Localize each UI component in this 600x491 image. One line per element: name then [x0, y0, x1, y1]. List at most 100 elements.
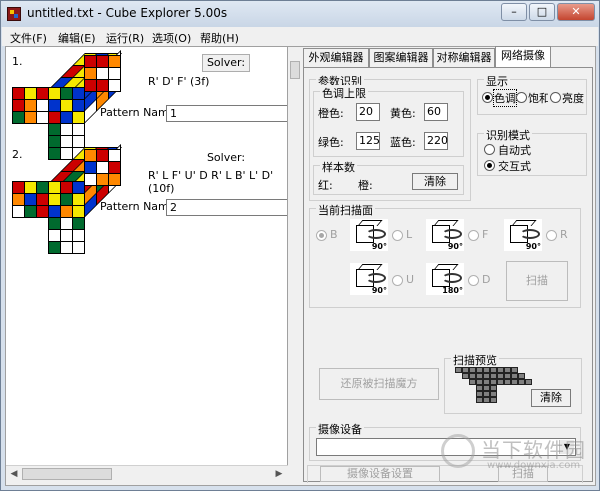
sticker — [73, 100, 84, 111]
display-hue-label: 色调 — [493, 89, 517, 107]
sticker — [37, 182, 48, 193]
solutions-vertical-scrollbar[interactable] — [289, 47, 301, 465]
cube-face-left[interactable] — [12, 181, 49, 218]
sticker — [49, 206, 60, 217]
display-hue-radio[interactable] — [482, 92, 493, 103]
camera-device-title: 摄像设备 — [316, 421, 364, 437]
face-r-radio[interactable] — [546, 230, 557, 241]
tab-webcam[interactable]: 网络摄像 — [495, 46, 551, 67]
solutions-list[interactable]: 1. Solver: R' D' F' (3f) Pattern Name: 1… — [6, 47, 288, 465]
restore-scanned-cube-button[interactable]: 还原被扫描魔方 — [319, 368, 439, 400]
clear-samples-button[interactable]: 清除 — [412, 173, 458, 190]
orange-label: 橙色: — [318, 107, 344, 120]
rotate-to-l-icon: 90° — [350, 219, 388, 251]
tab-pattern-editor[interactable]: 图案编辑器 — [369, 48, 433, 67]
sticker — [61, 136, 72, 147]
solution-moves-1: R' D' F' (3f) — [148, 75, 210, 88]
minimize-icon[interactable]: – — [501, 3, 527, 21]
sticker — [37, 206, 48, 217]
pattern-name-input-1[interactable]: 1 — [166, 105, 287, 122]
preview-sticker — [476, 397, 483, 403]
sticker — [97, 174, 108, 185]
sticker — [13, 182, 24, 193]
display-saturation-label: 饱和 — [528, 92, 548, 105]
face-d-radio[interactable] — [468, 275, 479, 286]
red-samples-label: 红: — [318, 179, 333, 192]
rotation-90-label: 90° — [371, 242, 387, 251]
window-title: untitled.txt - Cube Explorer 5.00s — [27, 6, 228, 20]
solution-moves-2: R' L F' U' D R' L B' L' D' (10f) — [148, 169, 274, 195]
pattern-name-input-2[interactable]: 2 — [166, 199, 287, 216]
yellow-label: 黄色: — [390, 107, 416, 120]
preview-sticker — [518, 379, 525, 385]
scroll-right-icon[interactable]: ▶ — [272, 468, 286, 481]
sticker — [109, 68, 120, 79]
camera-settings-button[interactable]: 摄像设备设置 — [320, 466, 440, 482]
sticker — [61, 124, 72, 135]
menu-help[interactable]: 帮助(H) — [200, 30, 239, 46]
cube-face-front[interactable] — [48, 87, 85, 124]
preview-sticker — [511, 379, 518, 385]
sticker — [49, 112, 60, 123]
face-b-label: B — [330, 228, 338, 241]
sticker — [49, 230, 60, 241]
display-saturation-radio[interactable] — [516, 92, 527, 103]
cube-face-front[interactable] — [48, 181, 85, 218]
preview-sticker — [462, 373, 469, 379]
menu-run[interactable]: 运行(R) — [106, 30, 144, 46]
rotation-90-label: 90° — [525, 242, 541, 251]
solutions-horizontal-scrollbar[interactable]: ◀ ▶ — [6, 465, 288, 482]
face-l-label: L — [406, 228, 413, 241]
face-b-radio[interactable] — [316, 230, 327, 241]
menu-options[interactable]: 选项(O) — [152, 30, 191, 46]
solution-index: 2. — [12, 148, 23, 161]
auto-mode-label: 自动式 — [498, 144, 531, 157]
cube-face-down[interactable] — [48, 217, 85, 254]
close-icon[interactable]: ✕ — [557, 3, 595, 21]
face-f-radio[interactable] — [468, 230, 479, 241]
title-bar[interactable]: untitled.txt - Cube Explorer 5.00s – □ ✕ — [1, 1, 599, 27]
tab-appearance-editor[interactable]: 外观编辑器 — [303, 48, 369, 67]
sticker — [49, 194, 60, 205]
orange-hue-input[interactable]: 20 — [356, 103, 380, 121]
sticker — [73, 136, 84, 147]
face-l-radio[interactable] — [392, 230, 403, 241]
clear-preview-button[interactable]: 清除 — [531, 389, 571, 407]
menu-file[interactable]: 文件(F) — [10, 30, 47, 46]
blue-label: 蓝色: — [390, 136, 416, 149]
preview-sticker — [504, 379, 511, 385]
solver-button-1[interactable]: Solver: — [202, 54, 250, 72]
face-u-radio[interactable] — [392, 275, 403, 286]
display-group: 显示 色调 饱和 亮度 — [477, 73, 587, 115]
yellow-hue-input[interactable]: 60 — [424, 103, 448, 121]
scroll-left-icon[interactable]: ◀ — [7, 468, 21, 481]
cube-face-left[interactable] — [12, 87, 49, 124]
solver-button-2[interactable]: Solver: — [202, 150, 250, 168]
sticker — [49, 182, 60, 193]
blue-hue-input[interactable]: 220 — [424, 132, 448, 150]
scan-button[interactable]: 扫描 — [506, 261, 568, 301]
maximize-icon[interactable]: □ — [529, 3, 555, 21]
scroll-thumb[interactable] — [290, 61, 300, 79]
watermark-text: 当下软件园 — [481, 438, 586, 462]
auto-mode-radio[interactable] — [484, 144, 495, 155]
interactive-mode-radio[interactable] — [484, 160, 495, 171]
scroll-thumb[interactable] — [22, 468, 112, 480]
green-hue-input[interactable]: 125 — [356, 132, 380, 150]
sticker — [109, 150, 120, 161]
menu-edit[interactable]: 编辑(E) — [58, 30, 96, 46]
rotate-to-u-icon: 90° — [350, 263, 388, 295]
sticker — [85, 162, 96, 173]
preview-sticker — [469, 379, 476, 385]
display-brightness-radio[interactable] — [550, 92, 561, 103]
sticker — [49, 100, 60, 111]
sticker — [61, 148, 72, 159]
recognition-mode-group: 识别模式 自动式 交互式 — [477, 127, 587, 176]
cube-face-back[interactable] — [84, 149, 121, 186]
rotation-180-label: 180° — [442, 286, 463, 295]
cube-face-back[interactable] — [84, 55, 121, 92]
rotate-to-r-icon: 90° — [504, 219, 542, 251]
preview-sticker — [455, 367, 462, 373]
rotate-to-f-icon: 90° — [426, 219, 464, 251]
tab-symmetry-editor[interactable]: 对称编辑器 — [433, 48, 495, 67]
